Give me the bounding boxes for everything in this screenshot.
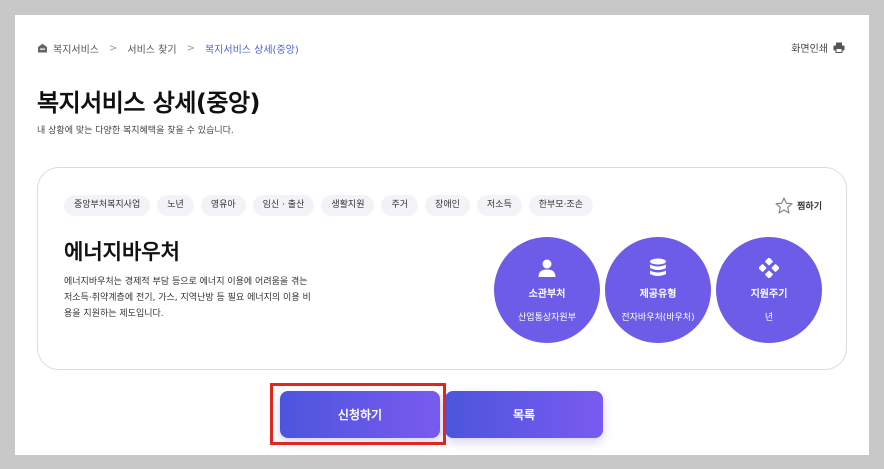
info-value: 전자바우처(바우처)	[621, 313, 695, 323]
print-button[interactable]: 화면인쇄	[791, 40, 845, 55]
tag-item[interactable]: 생활지원	[321, 195, 375, 216]
tag-item[interactable]: 영유아	[200, 195, 246, 216]
info-label: 소관부처	[528, 289, 566, 300]
info-circle-provision-type: 제공유형 전자바우처(바우처)	[605, 237, 711, 343]
chevron-right-icon: >	[186, 42, 195, 54]
page: 복지서비스 > 서비스 찾기 > 복지서비스 상세(중앙) 화면인쇄 복지서비스…	[15, 15, 869, 455]
tag-list: 중앙부처복지사업 노년 영유아 임신 · 출산 생활지원 주거 장애인 저소득 …	[64, 195, 593, 216]
info-circle-support-cycle: 지원주기 년	[716, 237, 822, 343]
apply-button[interactable]: 신청하기	[280, 391, 440, 438]
tag-item[interactable]: 장애인	[425, 195, 470, 216]
info-value: 년	[764, 313, 774, 323]
list-button[interactable]: 목록	[445, 391, 603, 438]
info-label: 지원주기	[750, 289, 788, 300]
breadcrumb-item-find-service[interactable]: 서비스 찾기	[127, 41, 176, 56]
home-icon	[38, 43, 47, 53]
info-circle-department: 소관부처 산업통상자원부	[494, 237, 600, 343]
star-icon	[775, 197, 793, 214]
tag-item[interactable]: 저소득	[476, 195, 522, 216]
tag-item[interactable]: 주거	[381, 195, 419, 216]
printer-icon	[833, 42, 845, 53]
breadcrumb-item-welfare[interactable]: 복지서비스	[53, 41, 99, 56]
page-title: 복지서비스 상세(중앙)	[37, 89, 261, 117]
bookmark-button[interactable]: 찜하기	[775, 197, 822, 214]
diamond-dots-icon	[759, 258, 779, 278]
info-value: 산업통상자원부	[518, 313, 576, 323]
service-description: 에너지바우처는 경제적 부담 등으로 에너지 이용에 어려움을 겪는 저소득·취…	[64, 277, 311, 319]
database-icon	[650, 258, 666, 276]
person-icon	[538, 259, 556, 277]
page-subtitle: 내 상황에 맞는 다양한 복지혜택을 찾을 수 있습니다.	[37, 126, 234, 136]
breadcrumb: 복지서비스 > 서비스 찾기 > 복지서비스 상세(중앙)	[37, 40, 299, 56]
tag-item[interactable]: 한부모·조손	[528, 195, 593, 216]
breadcrumb-item-current: 복지서비스 상세(중앙)	[204, 44, 299, 56]
tag-item[interactable]: 노년	[157, 195, 194, 216]
service-name: 에너지바우처	[64, 240, 180, 264]
tag-item[interactable]: 임신 · 출산	[252, 195, 315, 216]
info-label: 제공유형	[639, 289, 677, 300]
tag-item[interactable]: 중앙부처복지사업	[64, 195, 151, 216]
service-info-group: 소관부처 산업통상자원부 제공유형 전자바우처(바우처) 지원주기 년	[494, 237, 822, 343]
chevron-right-icon: >	[109, 42, 118, 54]
print-label: 화면인쇄	[791, 44, 828, 55]
bookmark-label: 찜하기	[797, 202, 822, 212]
service-card: 중앙부처복지사업 노년 영유아 임신 · 출산 생활지원 주거 장애인 저소득 …	[37, 167, 847, 370]
